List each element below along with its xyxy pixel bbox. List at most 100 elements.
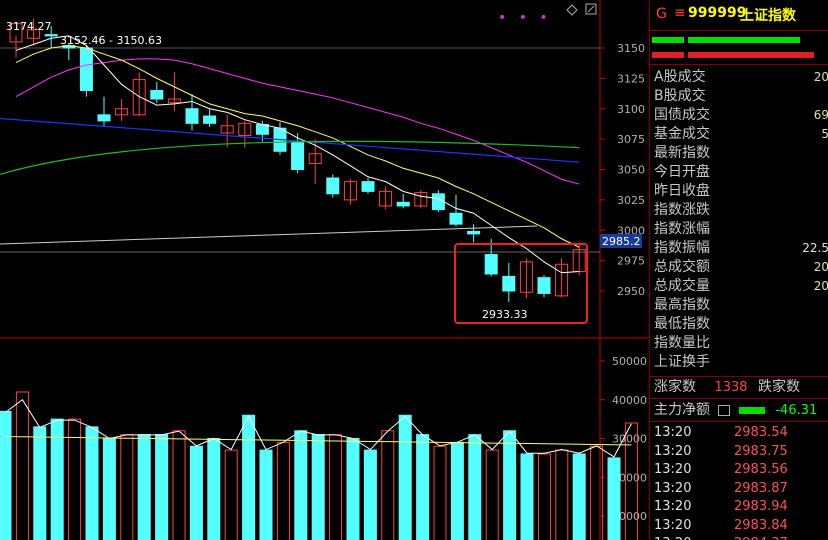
- index-name: 上证指数: [740, 8, 796, 24]
- candle-body: [484, 254, 498, 275]
- tick-time: 13:20: [654, 499, 692, 514]
- tick-time: 13:20: [654, 536, 691, 540]
- stat-label: 今日开盘: [654, 164, 710, 180]
- volume-bar: [224, 449, 238, 540]
- tick-row: 13:20 2983.54: [654, 424, 828, 442]
- tick-time: 13:20: [654, 517, 692, 533]
- volume-bar: [15, 391, 29, 540]
- volume-bar: [346, 438, 360, 540]
- stat-row: 指数量比: [654, 334, 828, 352]
- volume-bar: [329, 434, 343, 540]
- netflow-bar: [738, 406, 765, 414]
- tick-row: 13:20 2983.75: [654, 443, 828, 461]
- volume-tick-label: 30000: [612, 433, 647, 446]
- volume-bar: [120, 434, 134, 540]
- volume-bar: [172, 430, 186, 540]
- up-count-value: 1338: [714, 380, 748, 395]
- volume-bar: [520, 453, 534, 540]
- down-count-label: 跌家数: [758, 379, 800, 395]
- price-tick-label: 3125: [617, 72, 645, 85]
- candle-body: [44, 34, 58, 37]
- tick-row: 13:20 2983.84: [654, 517, 828, 535]
- netflow-label: 主力净额: [654, 402, 710, 418]
- diamond-icon: [566, 4, 578, 16]
- candle-body: [467, 230, 481, 235]
- tick-price: 2983.94: [734, 499, 788, 514]
- price-tick-label: 3025: [617, 194, 645, 207]
- green-bar-1: [652, 37, 684, 43]
- price-tick-label: 3150: [617, 42, 645, 55]
- volume-bar: [207, 438, 221, 540]
- stat-row: A股成交 20: [654, 68, 828, 86]
- tick-price: 2983.84: [734, 517, 788, 533]
- volume-bar: [155, 434, 169, 540]
- stat-label: 国债成交: [654, 107, 710, 123]
- volume-bar: [0, 410, 12, 540]
- candle-body: [396, 201, 410, 207]
- netflow-value: -46.31: [775, 403, 818, 418]
- high-annotation: 3174.27: [6, 20, 52, 33]
- volume-bar: [416, 434, 430, 540]
- volume-bar: [398, 414, 412, 540]
- price-tick-label: 3050: [617, 164, 645, 177]
- stat-row: 上证换手: [654, 353, 828, 371]
- stat-label: 指数涨跌: [654, 202, 710, 218]
- tick-time: 13:20: [654, 425, 692, 440]
- stat-label: 最高指数: [654, 297, 710, 313]
- price-tick-label: 2975: [617, 255, 645, 268]
- stat-label: 指数量比: [654, 335, 710, 351]
- volume-bar: [555, 449, 569, 540]
- stat-row: 最低指数: [654, 315, 828, 333]
- candle-body: [537, 277, 551, 294]
- stat-label: B股成交: [654, 88, 706, 104]
- candle-body: [326, 177, 340, 195]
- volume-bar: [259, 449, 273, 540]
- stat-value: 20: [813, 260, 828, 274]
- stat-label: 指数振幅: [654, 240, 710, 256]
- up-count-label: 涨家数: [654, 379, 696, 395]
- kline-chart-area[interactable]: 3150 3125 3100 3075 3050 3025 3000 2975 2950 2985…: [0, 0, 648, 540]
- tick-price: 2983.87: [734, 480, 788, 496]
- red-bar-2: [688, 52, 814, 58]
- kline-chart[interactable]: 3150312531003075305030253000297529502985…: [0, 0, 648, 540]
- candle-body: [97, 114, 111, 122]
- stat-value: 20: [813, 279, 828, 293]
- volume-bar: [137, 434, 151, 540]
- stat-label: 最新指数: [654, 145, 710, 161]
- stat-label: 指数涨幅: [654, 221, 710, 237]
- stat-value: 69: [813, 108, 828, 122]
- stat-row: 最高指数: [654, 296, 828, 314]
- candle-body: [79, 47, 93, 92]
- stat-value: 5: [821, 125, 828, 143]
- menu-icon[interactable]: ≡: [674, 5, 686, 21]
- price-tick-label: 2950: [617, 285, 645, 298]
- index-code: 999999: [688, 5, 747, 21]
- tick-time: 13:20: [654, 443, 692, 459]
- volume-bar: [276, 441, 290, 540]
- stat-row: 基金成交 5: [654, 125, 828, 143]
- tick-price: 2983.56: [734, 462, 788, 477]
- stat-row: 国债成交 69: [654, 106, 828, 124]
- volume-bar: [503, 430, 517, 540]
- stat-row: 昨日收盘: [654, 182, 828, 200]
- g-icon[interactable]: G: [656, 6, 667, 22]
- tick-row: 13:20 2984.37: [654, 535, 828, 540]
- volume-bar: [450, 441, 464, 540]
- volume-tick-label: 40000: [612, 394, 647, 407]
- stat-label: 基金成交: [654, 126, 710, 142]
- window-icon-line: [587, 5, 595, 13]
- side-panel: G ≡ 999999 上证指数 A股成交 20 B股成交国债成交 69 基金成交 5 最新指…: [649, 0, 828, 540]
- volume-bar: [294, 430, 308, 540]
- candle-body: [431, 193, 445, 211]
- volume-bar: [468, 434, 482, 540]
- volume-bar: [572, 453, 586, 540]
- tick-time: 13:20: [654, 462, 692, 477]
- candle-body: [185, 108, 199, 124]
- green-bar-2: [688, 37, 800, 43]
- netflow-list-icon[interactable]: [718, 404, 731, 416]
- stat-label: 最低指数: [654, 316, 710, 332]
- volume-bar: [537, 453, 551, 540]
- candle-body: [449, 212, 463, 225]
- ma120-line: [0, 140, 580, 175]
- long-ma-line: [0, 225, 538, 245]
